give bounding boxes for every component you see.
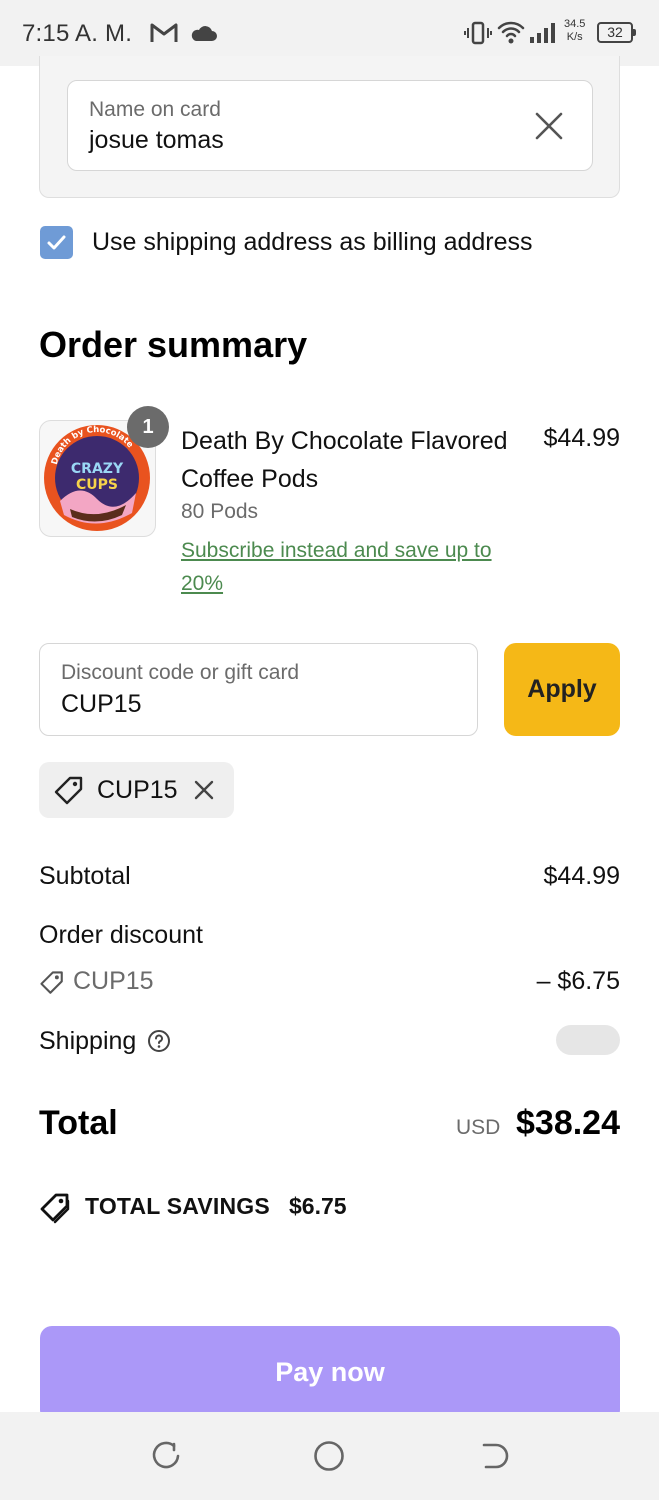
billing-checkbox[interactable] <box>40 226 73 259</box>
net-speed-value: 34.5 <box>564 18 586 30</box>
total-savings-value: $6.75 <box>289 1193 347 1219</box>
discount-code-label: Discount code or gift card <box>61 661 300 684</box>
cloud-icon <box>190 24 218 47</box>
home-icon[interactable] <box>313 1440 345 1477</box>
applied-code-chip: CUP15 <box>39 762 234 818</box>
check-icon <box>47 235 66 250</box>
discount-code-field[interactable]: Discount code or gift card CUP15 <box>39 643 478 736</box>
shipping-value-placeholder <box>556 1025 620 1055</box>
subscribe-link[interactable]: Subscribe instead and save up to 20% <box>181 534 521 600</box>
signal-icon <box>528 22 556 49</box>
vibrate-icon <box>464 20 492 51</box>
shipping-label: Shipping <box>39 1027 137 1055</box>
order-summary-title: Order summary <box>39 324 308 365</box>
total-currency: USD <box>456 1116 501 1139</box>
battery-icon: 32 <box>597 22 636 43</box>
order-discount-label: Order discount <box>39 921 203 949</box>
gmail-icon <box>150 22 178 49</box>
quantity-badge: 1 <box>127 406 169 448</box>
clear-icon[interactable] <box>532 109 566 143</box>
name-on-card-input[interactable]: josue tomas <box>89 126 224 155</box>
billing-checkbox-label[interactable]: Use shipping address as billing address <box>92 228 533 257</box>
applied-code-text: CUP15 <box>97 776 178 804</box>
tag-icon <box>53 775 85 812</box>
recent-apps-icon[interactable] <box>150 1440 182 1477</box>
savings-tag-icon <box>39 1192 71 1229</box>
discount-code-input[interactable]: CUP15 <box>61 690 142 719</box>
remove-code-icon[interactable] <box>193 779 215 806</box>
back-icon[interactable] <box>478 1440 510 1477</box>
discount-tag-icon <box>39 970 65 1001</box>
name-on-card-field[interactable]: Name on card josue tomas <box>67 80 593 171</box>
total-value: $38.24 <box>516 1104 620 1142</box>
total-label: Total <box>39 1104 118 1142</box>
subtotal-label: Subtotal <box>39 862 131 890</box>
subtotal-value: $44.99 <box>543 862 620 890</box>
total-savings-label: TOTAL SAVINGS <box>85 1193 270 1219</box>
name-on-card-label: Name on card <box>89 98 221 121</box>
product-price: $44.99 <box>543 424 620 452</box>
help-icon[interactable] <box>147 1029 171 1058</box>
status-time: 7:15 A. M. <box>22 20 133 47</box>
apply-button[interactable]: Apply <box>504 643 620 736</box>
product-name: Death By Chocolate Flavored Coffee Pods <box>181 427 508 493</box>
net-speed-unit: K/s <box>566 31 583 43</box>
product-variant: 80 Pods <box>181 500 259 523</box>
system-nav-bar <box>0 1412 659 1500</box>
svg-text:CRAZY: CRAZY <box>71 461 124 477</box>
wifi-icon <box>497 20 525 49</box>
pay-now-button[interactable]: Pay now <box>40 1326 620 1422</box>
svg-text:CUPS: CUPS <box>76 477 118 493</box>
order-discount-value: – $6.75 <box>536 967 620 995</box>
net-speed: 34.5 K/s <box>564 18 585 44</box>
order-discount-code: CUP15 <box>73 967 154 995</box>
